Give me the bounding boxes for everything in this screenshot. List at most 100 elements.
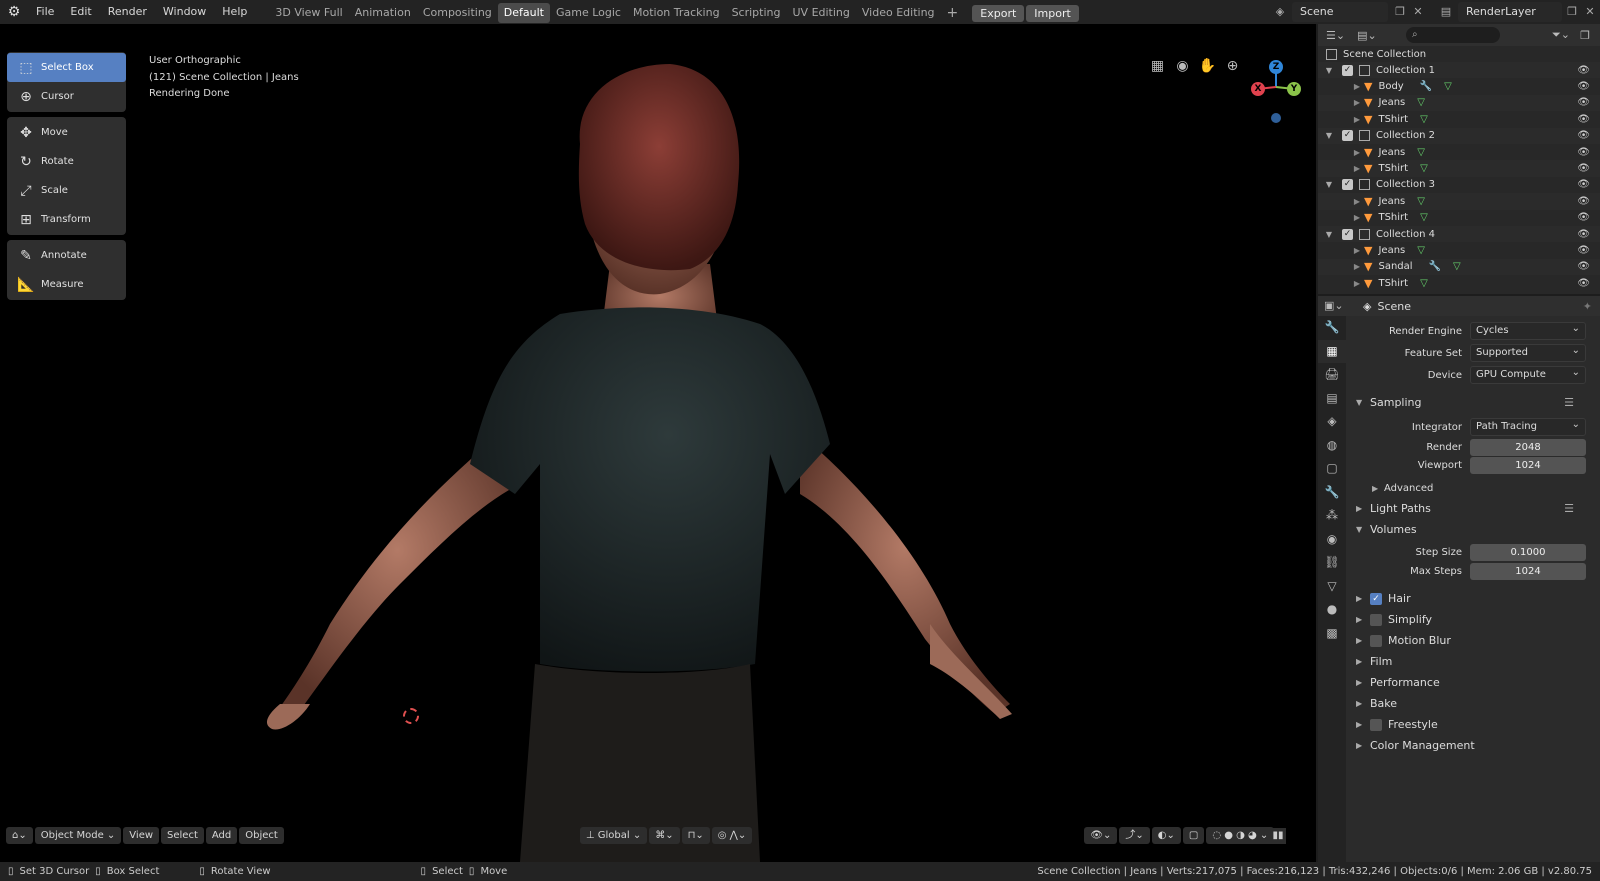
outliner-object-row[interactable]: ▶ ▼ Jeans ▽ 👁 [1318,242,1600,258]
blender-logo-icon[interactable]: ⚙ [0,0,28,24]
new-scene-icon[interactable]: ❐ [1390,2,1410,22]
texture-tab-icon[interactable]: ▩ [1318,622,1346,646]
visibility-eye-icon[interactable]: 👁 [1577,196,1590,207]
mesh-data-icon[interactable]: ▽ [1420,212,1428,223]
outliner-object-row[interactable]: ▶ ▼ TShirt ▽ 👁 [1318,160,1600,177]
hand-pan-icon[interactable]: ✋ [1195,58,1220,74]
tab-uv-editing[interactable]: UV Editing [787,3,856,23]
scene-tab-icon[interactable]: ◈ [1318,410,1346,434]
3d-viewport[interactable]: ⬚ Select Box ⊕ Cursor ✥ Move ↻ Rotate ⤢ Scale… [0,24,1316,862]
bake-panel[interactable]: ▶ Bake [1348,693,1598,714]
scene-icon[interactable]: ◈ [1270,2,1290,22]
new-collection-icon[interactable]: ❐ [1580,29,1590,42]
outliner-object-row[interactable]: ▶ ▼ TShirt ▽ 👁 [1318,210,1600,226]
filter-icon[interactable]: ⏷⌄ [1552,28,1570,42]
add-menu[interactable]: Add [205,827,238,844]
visibility-eye-icon[interactable]: 👁 [1577,97,1590,108]
object-data-tab-icon[interactable]: ▽ [1318,575,1346,599]
visibility-eye-icon[interactable]: 👁 [1577,130,1590,141]
add-workspace-button[interactable]: + [941,3,965,23]
gizmo-z[interactable]: Z [1269,60,1283,74]
tool-annotate[interactable]: ✎ Annotate [7,241,126,270]
outliner-search-input[interactable]: ⌕ [1406,27,1500,43]
object-menu[interactable]: Object [239,827,284,844]
color-management-panel[interactable]: ▶ Color Management [1348,735,1598,756]
expand-arrow-icon[interactable]: ▶ [1318,279,1364,288]
properties-editor-icon[interactable]: ▣⌄ [1324,299,1344,312]
expand-arrow-icon[interactable]: ▼ [1318,131,1340,140]
tab-scripting[interactable]: Scripting [726,3,787,23]
visibility-eye-icon[interactable]: 👁 [1577,65,1590,76]
feature-set-dropdown[interactable]: Supported [1470,343,1586,362]
expand-arrow-icon[interactable]: ▶ [1318,164,1364,173]
performance-panel[interactable]: ▶ Performance [1348,672,1598,693]
tool-tab-icon[interactable]: 🔧 [1318,316,1346,340]
visibility-eye-icon[interactable]: 👁 [1577,114,1590,125]
device-dropdown[interactable]: GPU Compute [1470,365,1586,384]
viewport-samples-field[interactable]: 1024 [1470,456,1586,474]
menu-file[interactable]: File [28,0,62,24]
menu-edit[interactable]: Edit [62,0,99,24]
render-engine-dropdown[interactable]: Cycles [1470,321,1586,340]
volumes-panel-header[interactable]: ▼ Volumes [1348,519,1598,540]
new-layer-icon[interactable]: ❐ [1562,2,1582,22]
render-samples-field[interactable]: 2048 [1470,438,1586,456]
motion-blur-panel[interactable]: ▶ Motion Blur [1348,630,1598,651]
outliner-collection-row[interactable]: ▼ ✓ Collection 1 👁 [1318,62,1600,79]
scene-selector[interactable]: Scene [1292,2,1388,22]
display-mode-icon[interactable]: ▤⌄ [1357,29,1377,42]
mesh-data-icon[interactable]: ▽ [1453,261,1461,272]
mesh-data-icon[interactable]: ▽ [1420,278,1428,289]
integrator-dropdown[interactable]: Path Tracing [1470,417,1586,436]
view-layer-icon[interactable]: ▤ [1436,2,1456,22]
gizmo-x[interactable]: X [1251,82,1265,96]
gizmo-y[interactable]: Y [1287,82,1301,96]
pause-render-icon[interactable]: ▮▮ [1270,828,1286,844]
material-tab-icon[interactable]: ● [1318,598,1346,622]
exclude-checkbox[interactable]: ✓ [1342,64,1353,76]
hair-checkbox[interactable]: ✓ [1370,592,1382,605]
tool-move[interactable]: ✥ Move [7,118,126,147]
constraints-tab-icon[interactable]: ⛓ [1318,551,1346,575]
mode-selector[interactable]: Object Mode ⌄ [34,827,122,844]
export-button[interactable]: Export [972,5,1025,22]
modifier-tab-icon[interactable]: 🔧 [1318,481,1346,505]
max-steps-field[interactable]: 1024 [1470,563,1586,580]
exclude-checkbox[interactable]: ✓ [1342,228,1353,240]
gizmo-neg-z[interactable] [1271,113,1281,123]
outliner-collection-row[interactable]: ▼ ✓ Collection 3 👁 [1318,177,1600,193]
expand-arrow-icon[interactable]: ▶ [1318,115,1364,124]
mesh-data-icon[interactable]: ▽ [1420,114,1428,125]
exclude-checkbox[interactable]: ✓ [1342,179,1353,191]
delete-layer-icon[interactable]: ✕ [1580,2,1600,22]
delete-scene-icon[interactable]: ✕ [1408,2,1428,22]
orientation-selector[interactable]: ⊥ Global ⌄ [579,827,648,844]
tab-video-editing[interactable]: Video Editing [856,3,941,23]
outliner-collection-row[interactable]: ▼ ✓ Collection 2 👁 [1318,127,1600,144]
visibility-eye-icon[interactable]: 👁 [1577,245,1590,256]
step-size-field[interactable]: 0.1000 [1470,544,1586,561]
expand-arrow-icon[interactable]: ▶ [1318,82,1364,91]
expand-arrow-icon[interactable]: ▶ [1318,213,1364,222]
freestyle-checkbox[interactable] [1370,718,1382,731]
expand-arrow-icon[interactable]: ▶ [1318,246,1364,255]
editor-type-icon[interactable]: ⌂⌄ [6,827,33,844]
visibility-eye-icon[interactable]: 👁 [1577,163,1590,174]
snap-icon[interactable]: ⊓⌄ [681,827,710,844]
shading-modes[interactable]: ◌ ● ◑ ◕ ⌄ [1206,827,1275,844]
tool-transform[interactable]: ⊞ Transform [7,205,126,234]
navigation-gizmo[interactable]: Z Y X [1246,55,1310,125]
zoom-icon[interactable]: ⊕ [1220,58,1245,74]
3d-cursor[interactable] [403,708,419,724]
mesh-data-icon[interactable]: ▽ [1417,147,1425,158]
visibility-eye-icon[interactable]: 👁 [1577,212,1590,223]
mesh-data-icon[interactable]: ▽ [1417,245,1425,256]
sampling-panel-header[interactable]: ▼ Sampling ☰ [1348,392,1598,413]
visibility-eye-icon[interactable]: 👁 [1577,278,1590,289]
object-tab-icon[interactable]: ▢ [1318,457,1346,481]
hair-panel[interactable]: ▶ ✓ Hair [1348,588,1598,609]
outliner-editor-icon[interactable]: ☰⌄ [1326,29,1345,42]
pin-icon[interactable]: ✦ [1583,300,1592,313]
expand-arrow-icon[interactable]: ▶ [1318,197,1364,206]
modifier-icon[interactable]: 🔧 [1429,261,1441,272]
